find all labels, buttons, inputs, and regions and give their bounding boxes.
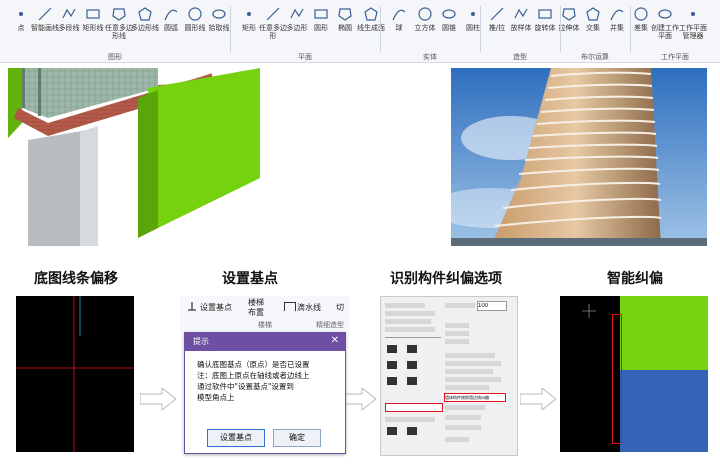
ribbon-tool-label: 圆柱 (466, 24, 480, 32)
circle-line-icon (188, 7, 202, 21)
ribbon-separator (380, 6, 381, 52)
ribbon-tool-label: 点 (17, 24, 25, 32)
step-title-set-base: 设置基点 (222, 271, 278, 287)
point-icon (19, 12, 23, 16)
ribbon-separator (480, 6, 481, 52)
step-title-offset: 底图线条偏移 (34, 271, 118, 287)
ribbon-tool-label: 球 (395, 24, 403, 32)
gutter-icon (284, 302, 296, 311)
base-point-icon (188, 302, 196, 311)
ribbon-tool-workplane-manager[interactable]: 工作平面管理器 (676, 6, 710, 40)
correction-options-panel: 墙体构件按照墙边线纠偏 (380, 296, 518, 456)
union-icon (610, 9, 624, 21)
stair-layout-label[interactable]: 楼梯布置 (248, 298, 270, 318)
loft-icon (514, 8, 528, 19)
line-to-face-icon (364, 7, 378, 21)
ribbon-tool-label: 矩形 (242, 24, 256, 32)
workplane-manager-icon (691, 12, 695, 16)
rect-line-icon (86, 9, 100, 19)
free-polygon-icon (266, 7, 280, 21)
ribbon-tool-label: 创建工作平面 (651, 24, 679, 40)
rect-icon (247, 12, 251, 16)
selected-option[interactable]: 墙体构件按照墙边线纠偏 (444, 393, 506, 402)
prompt-dialog: 提示 ✕ 确认底图基点（原点）是否已设置 注：底图上原点在轴线或者边线上 通过软… (184, 332, 346, 454)
free-polygon-line-icon (112, 8, 126, 21)
step-title-options: 识别构件纠偏选项 (390, 271, 502, 287)
set-base-toolbar: 设置基点 楼梯布置 滴水线 切 楼梯 精细造型 (180, 296, 350, 332)
ribbon-tool-label: 圆形 (314, 24, 328, 32)
ribbon-tool-label: 矩形线 (82, 24, 104, 32)
set-base-button[interactable]: 设置基点 (207, 429, 265, 447)
ribbon-tool-label: 差集 (634, 24, 648, 32)
intersect-icon (586, 7, 600, 21)
arrow-right-icon (520, 388, 556, 410)
gutter-label[interactable]: 滴水线 (297, 302, 321, 313)
step-title-smart-correct: 智能纠偏 (607, 271, 663, 287)
ribbon-separator (560, 6, 561, 52)
difference-icon (634, 7, 648, 21)
ribbon-group-label: 工作平面 (661, 53, 689, 61)
ribbon-group-label: 造型 (513, 53, 527, 61)
ribbon-separator (230, 6, 231, 52)
ribbon-tool-label: 推/拉 (488, 24, 506, 32)
create-workplane-icon (658, 9, 672, 19)
polyline-icon (62, 8, 76, 19)
revolve-icon (538, 9, 552, 19)
arc-icon (164, 9, 178, 21)
ribbon-group-label: 布尔运算 (581, 53, 609, 61)
smart-correct-preview (560, 296, 708, 452)
dialog-message: 确认底图基点（原点）是否已设置 注：底图上原点在轴线或者边线上 通过软件中"设置… (197, 360, 310, 402)
tab-fine-model[interactable]: 精细造型 (316, 320, 344, 330)
ribbon-group-label: 实体 (423, 53, 437, 61)
selected-option-label: 墙体构件按照墙边线纠偏 (445, 395, 489, 400)
close-icon[interactable]: ✕ (331, 335, 339, 346)
pick-line-icon (212, 9, 226, 19)
cylinder-icon (471, 12, 475, 16)
ribbon-group-label: 平面 (298, 53, 312, 61)
arrow-right-icon (140, 388, 176, 410)
offset-value-input[interactable] (477, 301, 507, 311)
cone-icon (442, 9, 456, 19)
dialog-title: 提示 (185, 333, 345, 351)
cube-icon (418, 7, 432, 21)
polygon-line-icon (138, 7, 152, 21)
sphere-icon (392, 9, 406, 21)
ok-button[interactable]: 确定 (273, 429, 321, 447)
polygon-icon (290, 8, 304, 19)
building-photo (451, 68, 707, 246)
ribbon-group-label: 图形 (108, 53, 122, 61)
split-label[interactable]: 切 (336, 302, 344, 313)
ribbon-tool-label: 圆锥 (442, 24, 456, 32)
set-base-tool-label[interactable]: 设置基点 (200, 302, 232, 313)
offset-preview (16, 296, 134, 452)
ribbon-toolbar: 点智能画线 多段线 矩形线 任意多边形线 多边形线 圆弧 圆形线 拾取线 矩形 任意多边形 多边形圆… (0, 0, 720, 63)
ribbon-tool-label: 工作平面管理器 (679, 24, 707, 40)
ellipse-icon (338, 8, 352, 21)
ribbon-tool-label: 并集 (610, 24, 624, 32)
push-pull-icon (490, 7, 504, 21)
tab-stair[interactable]: 楼梯 (258, 320, 272, 330)
ribbon-separator (630, 6, 631, 52)
ribbon-tool-label: 拾取线 (208, 24, 230, 32)
ribbon-tool-label: 交集 (586, 24, 600, 32)
crosshair-icon (582, 304, 596, 318)
extrude-icon (562, 8, 576, 21)
smart-line-icon (38, 7, 52, 21)
circle-icon (314, 9, 328, 19)
architecture-3d-view (8, 68, 260, 246)
ribbon-tool-label: 椭圆 (338, 24, 352, 32)
ribbon-tool-label: 圆弧 (164, 24, 178, 32)
